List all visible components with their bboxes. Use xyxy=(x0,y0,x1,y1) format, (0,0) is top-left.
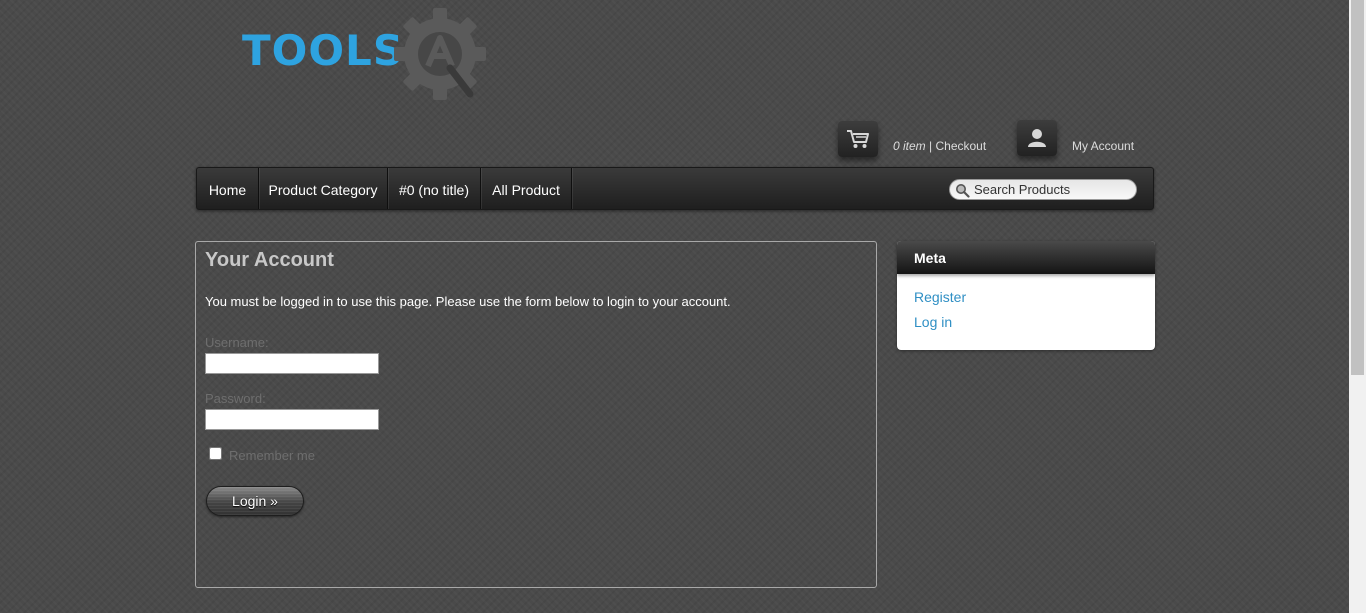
account-button[interactable] xyxy=(1017,120,1057,156)
site-logo[interactable]: TOOLS A xyxy=(240,8,492,103)
logo-text: TOOLS xyxy=(242,26,405,75)
login-notice: You must be logged in to use this page. … xyxy=(205,294,731,309)
search-box xyxy=(949,179,1137,200)
gear-logo-icon xyxy=(394,8,486,100)
username-label: Username: xyxy=(205,335,269,350)
cart-count[interactable]: 0 item xyxy=(893,139,926,153)
remember-me-checkbox[interactable] xyxy=(209,447,222,460)
password-label: Password: xyxy=(205,391,266,406)
search-input[interactable] xyxy=(974,181,1132,198)
nav-item-no-title[interactable]: #0 (no title) xyxy=(388,168,481,209)
meta-widget-header: Meta xyxy=(897,241,1155,274)
login-button[interactable]: Login » xyxy=(206,486,304,516)
shopping-cart-icon xyxy=(847,130,869,148)
nav-item-all-product[interactable]: All Product xyxy=(481,168,572,209)
user-icon xyxy=(1028,129,1046,147)
username-field[interactable] xyxy=(205,353,379,374)
checkout-link[interactable]: Checkout xyxy=(935,139,986,153)
cart-separator: | xyxy=(925,139,936,153)
meta-widget: Meta Register Log in xyxy=(897,241,1155,350)
log-in-link[interactable]: Log in xyxy=(914,314,952,330)
meta-widget-title: Meta xyxy=(914,250,946,266)
search-icon[interactable] xyxy=(955,183,970,198)
register-link[interactable]: Register xyxy=(914,289,966,305)
page-scrollbar-thumb[interactable] xyxy=(1351,0,1364,375)
cart-button[interactable] xyxy=(838,121,878,157)
my-account-link[interactable]: My Account xyxy=(1072,139,1134,153)
password-field[interactable] xyxy=(205,409,379,430)
cart-summary: 0 item | Checkout xyxy=(893,139,986,153)
remember-me-label[interactable]: Remember me xyxy=(229,448,315,463)
page-title: Your Account xyxy=(205,249,334,271)
nav-item-product-category[interactable]: Product Category xyxy=(259,168,388,209)
nav-item-home[interactable]: Home xyxy=(197,168,259,209)
